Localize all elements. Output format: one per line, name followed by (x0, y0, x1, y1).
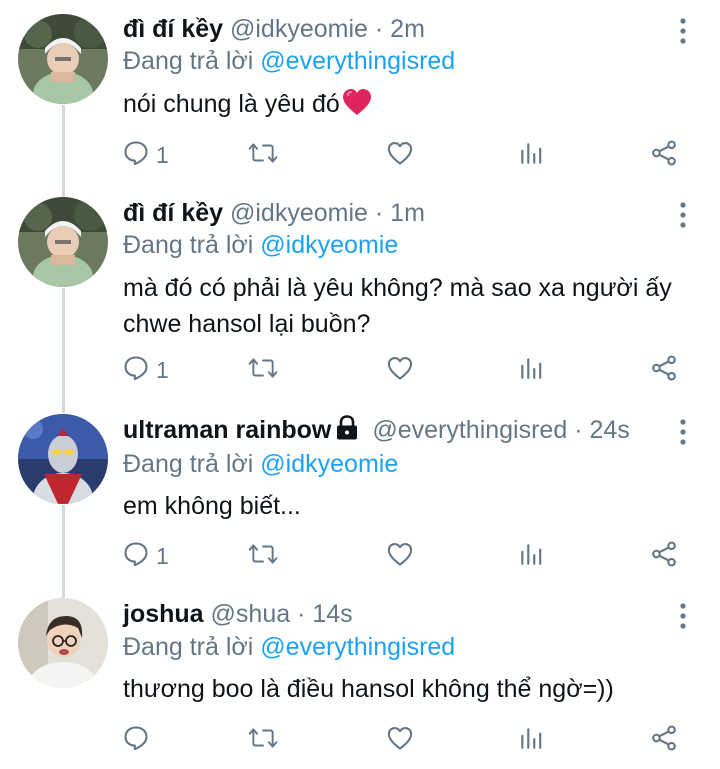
thread-line (62, 505, 65, 598)
lock-icon (335, 415, 359, 448)
action-bar: 1 (110, 135, 700, 175)
separator: · (297, 600, 306, 628)
analytics-button[interactable] (518, 135, 544, 175)
tweet-text-content: nói chung là yêu đó (123, 90, 340, 118)
reply-mention[interactable]: @idkyeomie (260, 231, 398, 259)
share-icon (650, 354, 678, 387)
reply-button[interactable]: 1 (122, 536, 169, 576)
tweet-text: nói chung là yêu đó (123, 86, 693, 126)
reply-mention[interactable]: @idkyeomie (260, 450, 398, 478)
share-button[interactable] (650, 135, 678, 175)
user-handle[interactable]: @idkyeomie (230, 15, 368, 43)
analytics-icon (518, 355, 544, 386)
tweet-header: đì đí kềy @idkyeomie · 2m (123, 14, 425, 44)
reply-button[interactable] (122, 720, 156, 760)
analytics-icon (518, 541, 544, 572)
like-icon (386, 724, 414, 757)
like-icon (386, 540, 414, 573)
tweet-header: đì đí kềy @idkyeomie · 1m (123, 198, 425, 228)
reply-icon (122, 540, 150, 573)
like-icon (386, 139, 414, 172)
reply-button[interactable]: 1 (122, 135, 169, 175)
reply-icon (122, 139, 150, 172)
timestamp[interactable]: 2m (390, 15, 425, 43)
like-button[interactable] (386, 350, 414, 390)
retweet-icon (248, 354, 278, 387)
analytics-icon (518, 140, 544, 171)
reply-mention[interactable]: @everythingisred (260, 633, 455, 661)
reply-icon (122, 724, 150, 757)
display-name[interactable]: joshua (123, 600, 204, 628)
user-handle[interactable]: @everythingisred (372, 416, 567, 444)
action-bar: 1 (110, 350, 700, 390)
share-button[interactable] (650, 536, 678, 576)
tweet-text: em không biết... (123, 492, 301, 520)
share-button[interactable] (650, 720, 678, 760)
retweet-icon (248, 139, 278, 172)
reply-context: Đang trả lời @idkyeomie (123, 449, 398, 479)
reply-prefix: Đang trả lời (123, 231, 254, 259)
like-icon (386, 354, 414, 387)
share-button[interactable] (650, 350, 678, 390)
timestamp[interactable]: 14s (312, 600, 352, 628)
share-icon (650, 724, 678, 757)
reply-prefix: Đang trả lời (123, 450, 254, 478)
analytics-button[interactable] (518, 536, 544, 576)
separator: · (374, 199, 384, 227)
reply-mention[interactable]: @everythingisred (260, 47, 455, 75)
tweet-text: mà đó có phải là yêu không? mà sao xa ng… (123, 274, 672, 338)
timestamp[interactable]: 1m (390, 199, 425, 227)
reply-context: Đang trả lời @everythingisred (123, 632, 455, 662)
more-icon[interactable] (672, 16, 694, 46)
reply-prefix: Đang trả lời (123, 633, 254, 661)
red-heart-icon (342, 88, 372, 126)
avatar[interactable] (18, 598, 108, 688)
retweet-button[interactable] (248, 135, 278, 175)
share-icon (650, 139, 678, 172)
separator: · (374, 15, 384, 43)
action-bar: 1 (110, 536, 700, 576)
display-name[interactable]: đì đí kềy (123, 15, 223, 43)
retweet-button[interactable] (248, 536, 278, 576)
analytics-button[interactable] (518, 350, 544, 390)
tweet-text: thương boo là điều hansol không thể ngờ=… (123, 675, 614, 703)
retweet-button[interactable] (248, 720, 278, 760)
display-name[interactable]: đì đí kềy (123, 199, 223, 227)
retweet-icon (248, 724, 278, 757)
avatar[interactable] (18, 197, 108, 287)
timestamp[interactable]: 24s (589, 416, 629, 444)
tweet-header: ultraman rainbow @everythingisred · 24s (123, 415, 630, 448)
analytics-icon (518, 725, 544, 756)
more-icon[interactable] (672, 601, 694, 631)
reply-count: 1 (156, 542, 169, 569)
reply-count: 1 (156, 356, 169, 383)
share-icon (650, 540, 678, 573)
reply-context: Đang trả lời @idkyeomie (123, 230, 398, 260)
avatar[interactable] (18, 414, 108, 504)
reply-prefix: Đang trả lời (123, 47, 254, 75)
reply-count: 1 (156, 141, 169, 168)
analytics-button[interactable] (518, 720, 544, 760)
reply-context: Đang trả lời @everythingisred (123, 46, 455, 76)
action-bar (110, 720, 700, 760)
more-icon[interactable] (672, 200, 694, 230)
display-name[interactable]: ultraman rainbow (123, 416, 331, 444)
user-handle[interactable]: @shua (211, 600, 291, 628)
like-button[interactable] (386, 536, 414, 576)
more-icon[interactable] (672, 417, 694, 447)
avatar[interactable] (18, 14, 108, 104)
like-button[interactable] (386, 135, 414, 175)
separator: · (574, 416, 583, 444)
retweet-icon (248, 540, 278, 573)
reply-icon (122, 354, 150, 387)
like-button[interactable] (386, 720, 414, 760)
tweet-header: joshua @shua · 14s (123, 599, 353, 629)
thread-line (62, 105, 65, 200)
thread-line (62, 288, 65, 413)
retweet-button[interactable] (248, 350, 278, 390)
reply-button[interactable]: 1 (122, 350, 169, 390)
user-handle[interactable]: @idkyeomie (230, 199, 368, 227)
